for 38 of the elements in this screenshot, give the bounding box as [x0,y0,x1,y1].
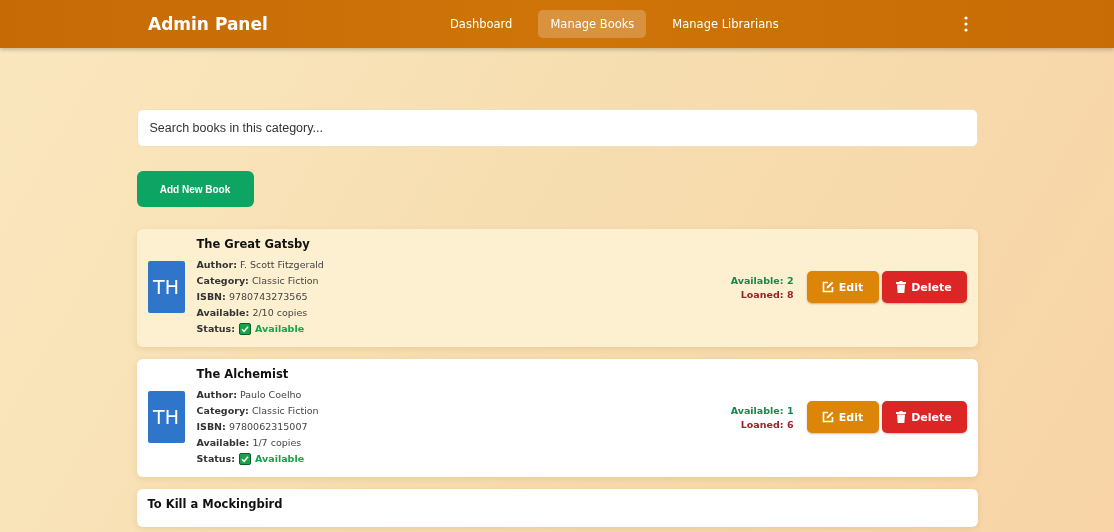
book-thumbnail: TH [147,261,185,313]
status-label: Status: [196,322,236,336]
check-mark-icon [239,323,252,335]
nav-link[interactable]: Manage Librarians [660,10,791,38]
check-mark-icon [239,453,252,465]
app-title: Admin Panel [148,14,269,34]
book-title: To Kill a Mockingbird [147,497,283,511]
add-book-button[interactable]: Add New Book [136,171,254,207]
book-thumbnail: TH [147,391,185,443]
delete-button[interactable]: Delete [881,271,967,303]
edit-icon [821,281,834,293]
nav-link[interactable]: Dashboard [438,10,525,38]
search-field[interactable]: Search books in this category... [136,109,978,147]
status-value: Available [255,452,305,466]
book-detail: ISBN: 9780062315007 [196,420,309,434]
edit-button[interactable]: Edit [806,271,879,303]
book-detail: Category: Classic Fiction [196,274,320,288]
book-title: The Alchemist [196,367,290,381]
available-count: Available: 2 [730,274,794,286]
edit-icon [821,411,834,423]
book-detail: Category: Classic Fiction [196,404,319,418]
book-detail: Author: Paulo Coelho [196,388,303,402]
loaned-count: Loaned: 6 [739,418,794,430]
trash-icon [896,411,907,423]
book-detail: ISBN: 9780743273565 [196,290,309,304]
book-detail: Author: F. Scott Fitzgerald [196,258,324,272]
delete-button[interactable]: Delete [881,401,967,433]
more-options-icon[interactable] [964,16,968,32]
status-label: Status: [196,452,236,466]
available-count: Available: 1 [730,404,794,416]
trash-icon [896,281,907,293]
book-detail: Available: 1/7 copies [196,436,303,450]
book-title: The Great Gatsby [196,237,311,251]
nav-link[interactable]: Manage Books [538,10,647,38]
edit-button[interactable]: Edit [806,401,879,433]
status-value: Available [255,322,305,336]
book-detail: Available: 2/10 copies [196,306,309,320]
loaned-count: Loaned: 8 [739,288,794,300]
